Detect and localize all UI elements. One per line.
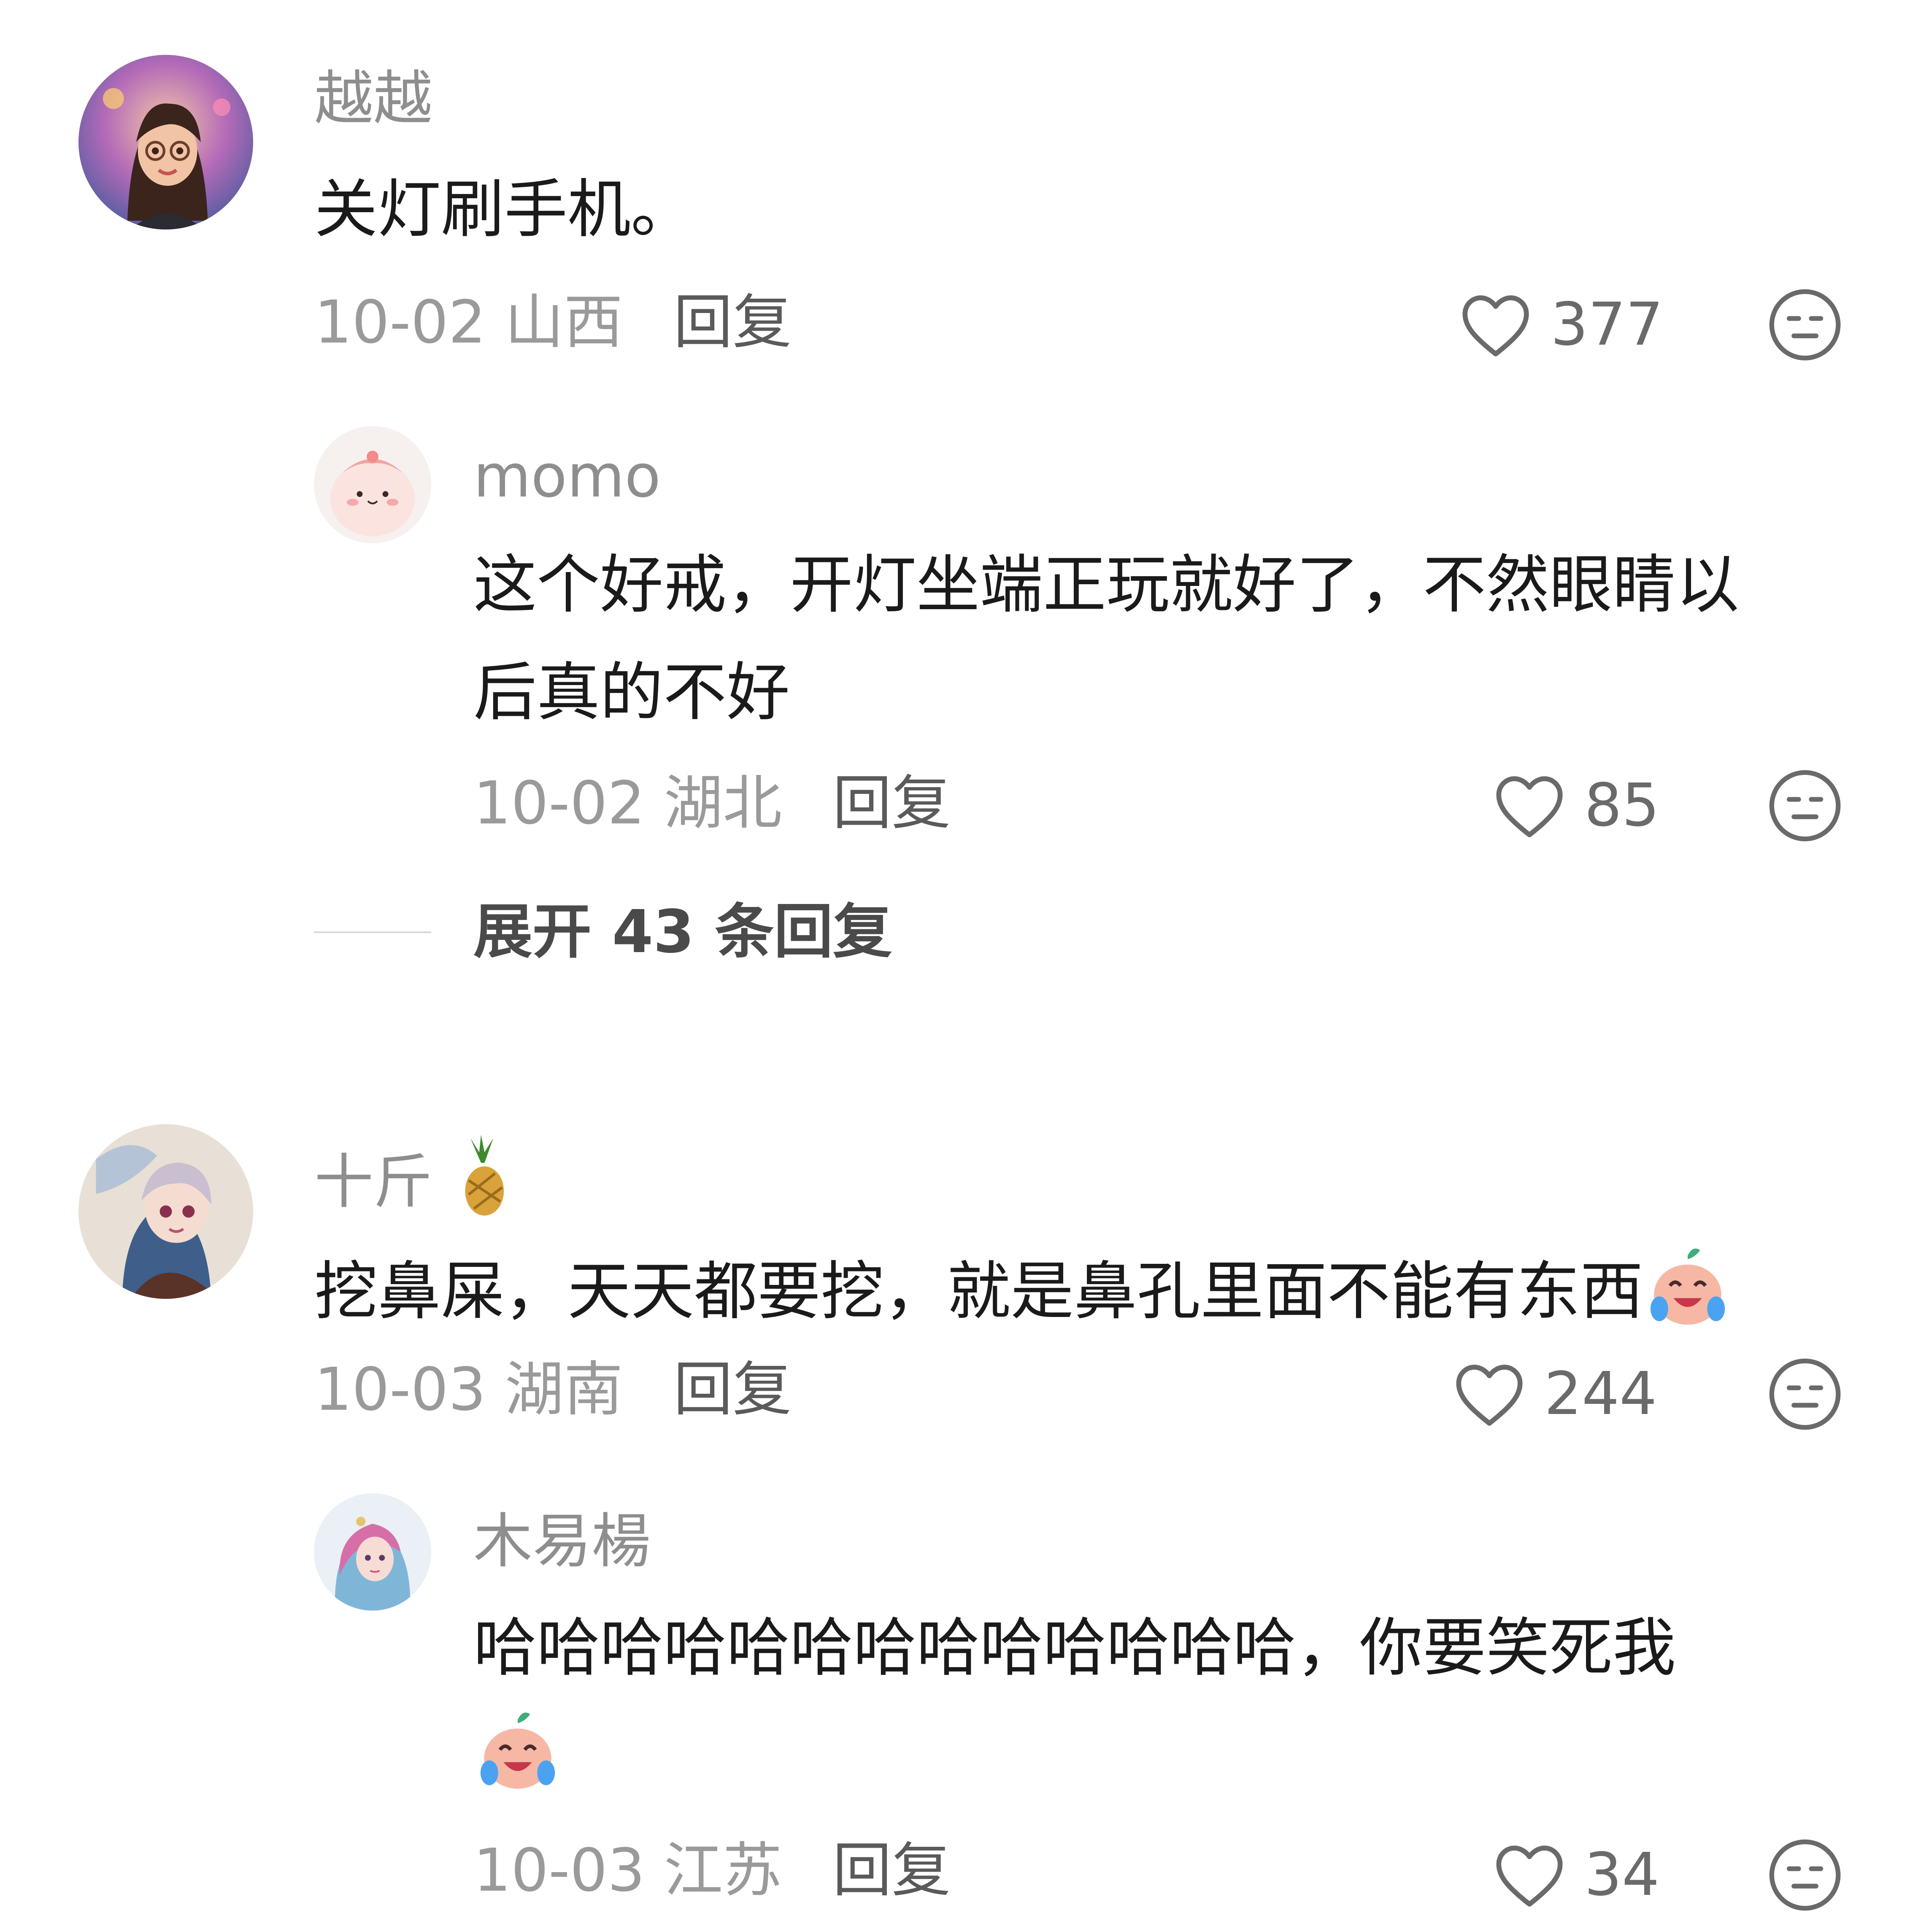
avatar[interactable] — [314, 1493, 431, 1611]
dislike-button[interactable] — [1767, 768, 1843, 844]
girl-with-glasses-avatar-icon — [78, 55, 253, 229]
heart-icon — [1496, 776, 1563, 837]
dislike-button[interactable] — [1767, 287, 1843, 363]
like-count: 244 — [1544, 1360, 1657, 1428]
username[interactable]: 越越 — [314, 70, 432, 129]
like-button[interactable]: 85 — [1491, 772, 1659, 839]
comment-text: 关灯刷手机。 — [314, 173, 694, 246]
comment-text: 这个好戒，开灯坐端正玩就好了，不然眼睛以 后真的不好 — [473, 532, 1739, 747]
meh-face-icon — [1769, 1358, 1841, 1430]
pineapple-emoji-icon — [441, 1135, 521, 1219]
dislike-button[interactable] — [1767, 1356, 1843, 1432]
username[interactable]: momo — [473, 447, 661, 506]
like-button[interactable]: 244 — [1451, 1360, 1657, 1428]
date-location: 10-03 江苏 — [473, 1836, 782, 1905]
date-location: 10-03 湖南 — [314, 1355, 623, 1424]
anime-girl-avatar-icon — [78, 1124, 253, 1299]
divider — [314, 931, 431, 933]
heart-icon — [1462, 295, 1529, 356]
dislike-button[interactable] — [1767, 1837, 1843, 1913]
heart-icon — [1456, 1365, 1523, 1426]
meh-face-icon — [1769, 770, 1841, 842]
comment-text: 哈哈哈哈哈哈哈哈哈哈哈哈哈，你要笑死我 — [473, 1595, 1676, 1810]
comment-text: 挖鼻屎，天天都要挖，就是鼻孔里面不能有东西 — [314, 1238, 1732, 1346]
like-count: 85 — [1584, 771, 1660, 840]
username[interactable]: 十斤 — [314, 1135, 521, 1219]
crying-laughing-peach-emoji-icon — [1643, 1241, 1732, 1330]
reply-button[interactable]: 回复 — [832, 1836, 951, 1905]
expand-replies[interactable]: 展开 43 条回复 — [314, 903, 892, 962]
reply-button[interactable]: 回复 — [832, 769, 951, 838]
username-text: 十斤 — [314, 1148, 433, 1217]
comment-meta: 10-03 湖南 回复 — [314, 1360, 792, 1419]
anime-woman-avatar-icon — [314, 1493, 431, 1611]
avatar[interactable] — [314, 426, 431, 543]
meh-face-icon — [1769, 1839, 1841, 1911]
reply-button[interactable]: 回复 — [673, 1355, 792, 1424]
like-button[interactable]: 34 — [1491, 1841, 1659, 1909]
like-count: 34 — [1584, 1840, 1660, 1909]
avatar[interactable] — [78, 55, 253, 229]
reply-button[interactable]: 回复 — [673, 288, 792, 357]
expand-replies-label[interactable]: 展开 43 条回复 — [473, 903, 892, 962]
heart-icon — [1496, 1846, 1563, 1907]
comment-text-body: 挖鼻屎，天天都要挖，就是鼻孔里面不能有东西 — [314, 1255, 1644, 1328]
username[interactable]: 木易楊 — [473, 1512, 651, 1571]
like-button[interactable]: 377 — [1458, 291, 1663, 359]
comment-meta: 10-02 湖北 回复 — [473, 774, 951, 833]
crying-laughing-peach-emoji-icon — [473, 1705, 562, 1794]
pink-blob-avatar-icon — [314, 426, 431, 543]
date-location: 10-02 山西 — [314, 288, 623, 357]
meh-face-icon — [1769, 289, 1841, 361]
like-count: 377 — [1551, 290, 1664, 359]
comment-text-line: 哈哈哈哈哈哈哈哈哈哈哈哈哈，你要笑死我 — [473, 1611, 1676, 1685]
comment-text-line: 后真的不好 — [473, 656, 790, 729]
avatar[interactable] — [78, 1124, 253, 1299]
comment-meta: 10-02 山西 回复 — [314, 293, 792, 352]
comment-text-line: 这个好戒，开灯坐端正玩就好了，不然眼睛以 — [473, 548, 1740, 622]
date-location: 10-02 湖北 — [473, 769, 782, 838]
comment-meta: 10-03 江苏 回复 — [473, 1841, 951, 1900]
